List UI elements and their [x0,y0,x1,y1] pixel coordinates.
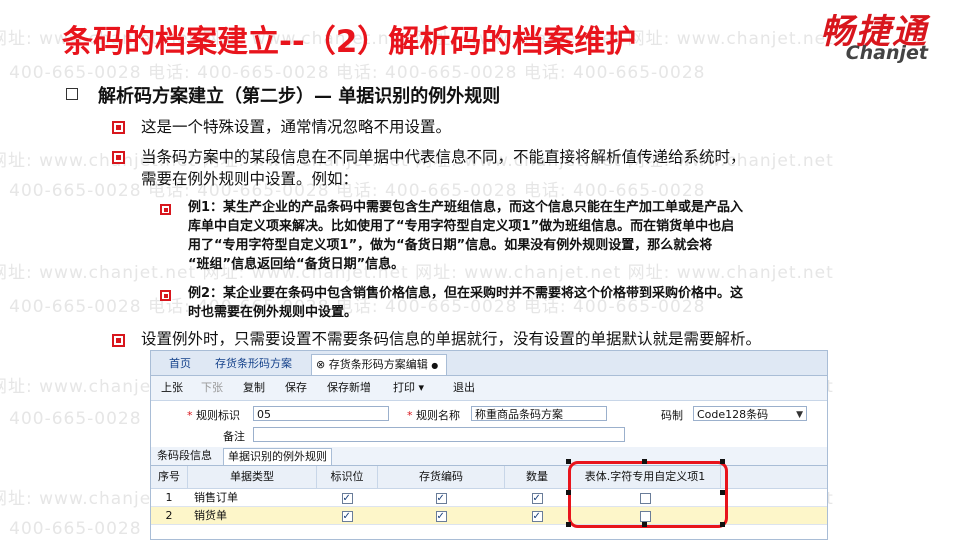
codetype-select[interactable]: Code128条码 ▼ [693,406,807,421]
bullet-icon [160,290,171,301]
checkbox-cell [378,507,504,525]
checkbox[interactable] [531,508,543,525]
codetype-label: 码制 [661,409,683,422]
note-label: 备注 [223,430,245,443]
example-text: 例2：某企业要在条码中包含销售价格信息，但在采购时并不需要将这个价格带到采购价格… [188,286,744,301]
toolbar: 上张 下张 复制 保存 保存新增 打印 ▾ 退出 [151,376,827,401]
example-text: 用了“专用字符型自定义项1”，做为“备货日期”信息。如果没有例外规则设置，那么就… [188,238,713,253]
doc-type-cell[interactable]: 销货单 [194,507,316,524]
note-field[interactable] [253,427,625,442]
subtab-bar: 条码段信息 单据识别的例外规则 [151,447,827,466]
handle [642,522,647,527]
logo-english: Chanjet [845,42,928,64]
example-text: “班组”信息返回给“备货日期”信息。 [188,257,405,272]
doc-type-cell[interactable]: 销售订单 [194,489,316,506]
slide-title: 条码的档案建立--（2）解析码的档案维护 [62,24,637,60]
col-header-code: 存货编码 [378,466,505,489]
checkbox[interactable] [341,508,353,525]
row-number: 1 [165,491,173,504]
point-text: 需要在例外规则中设置。例如： [141,170,359,188]
point-text: 当条码方案中的某段信息在不同单据中代表信息不同，不能直接将解析值传递给系统时， [141,148,746,166]
tab-barcode-scheme[interactable]: 存货条形码方案 [207,354,300,374]
tab-barcode-scheme-edit[interactable]: ⊗ 存货条形码方案编辑 ● [311,354,448,375]
highlight-box [568,461,728,528]
close-icon[interactable]: ⊗ [316,358,325,371]
handle [720,522,725,527]
bullet-icon [112,334,125,347]
exit-button[interactable]: 退出 [453,379,475,397]
rule-id-field[interactable]: 05 [253,406,389,421]
chanjet-logo: 畅捷通 Chanjet [780,4,950,66]
handle [566,459,571,464]
watermark-text: 网址: www.chanjet.net 网址: www.chanjet.net … [0,263,834,283]
checkbox-cell [505,507,569,525]
handle [720,459,725,464]
checkbox[interactable] [435,490,447,507]
handle [720,490,725,495]
col-header-flag: 标识位 [317,466,378,489]
handle [642,459,647,464]
example-text: 时也需要在例外规则中设置。 [188,305,358,320]
app-screenshot: 首页 存货条形码方案 ⊗ 存货条形码方案编辑 ● 上张 下张 复制 保存 保存新… [150,350,828,540]
tab-home[interactable]: 首页 [161,354,199,374]
rule-name-label: * 规则名称 [407,409,460,422]
col-header-doctype: 单据类型 [188,466,317,489]
bullet-icon [112,121,125,134]
subtab-exception-rules[interactable]: 单据识别的例外规则 [223,448,332,465]
checkbox-cell [505,489,569,507]
print-button[interactable]: 打印 ▾ [393,379,424,397]
tab-label: 存货条形码方案编辑 [328,358,428,371]
rule-id-label: * 规则标识 [187,409,240,422]
checkbox[interactable] [435,508,447,525]
row-number: 2 [165,509,173,522]
bullet-icon [66,88,78,100]
checkbox-cell [378,489,504,507]
example-text: 库单中自定义项来解决。比如使用了“专用字符型自定义项1”做为班组信息。而在销货单… [188,219,735,234]
col-header-no: 序号 [151,466,188,489]
point-text: 这是一个特殊设置，通常情况忽略不用设置。 [141,118,452,136]
next-button[interactable]: 下张 [201,379,223,397]
checkbox[interactable] [341,490,353,507]
bullet-icon [160,204,171,215]
watermark-text: 电话: 400-665-0028 电话: 400-665-0028 电话: 40… [0,63,706,83]
section-heading: 解析码方案建立（第二步）— 单据识别的例外规则 [98,86,501,107]
col-header-qty: 数量 [505,466,570,489]
checkbox[interactable] [531,490,543,507]
save-new-button[interactable]: 保存新增 [327,379,371,397]
handle [566,490,571,495]
bullet-icon [112,151,125,164]
example-text: 例1：某生产企业的产品条码中需要包含生产班组信息，而这个信息只能在生产加工单或是… [188,200,744,215]
save-button[interactable]: 保存 [285,379,307,397]
tab-bar: 首页 存货条形码方案 ⊗ 存货条形码方案编辑 ● [151,351,827,376]
chevron-down-icon: ▼ [796,410,803,420]
copy-button[interactable]: 复制 [243,379,265,397]
tab-dot-icon: ● [431,361,439,370]
prev-button[interactable]: 上张 [161,379,183,397]
subtab-segment-info[interactable]: 条码段信息 [153,448,216,464]
rule-name-field[interactable]: 称重商品条码方案 [471,406,607,421]
checkbox-cell [317,489,377,507]
checkbox-cell [317,507,377,525]
point-text: 设置例外时，只需要设置不需要条码信息的单据就行，没有设置的单据默认就是需要解析。 [141,330,762,348]
handle [566,522,571,527]
col-header-blank [721,466,827,489]
